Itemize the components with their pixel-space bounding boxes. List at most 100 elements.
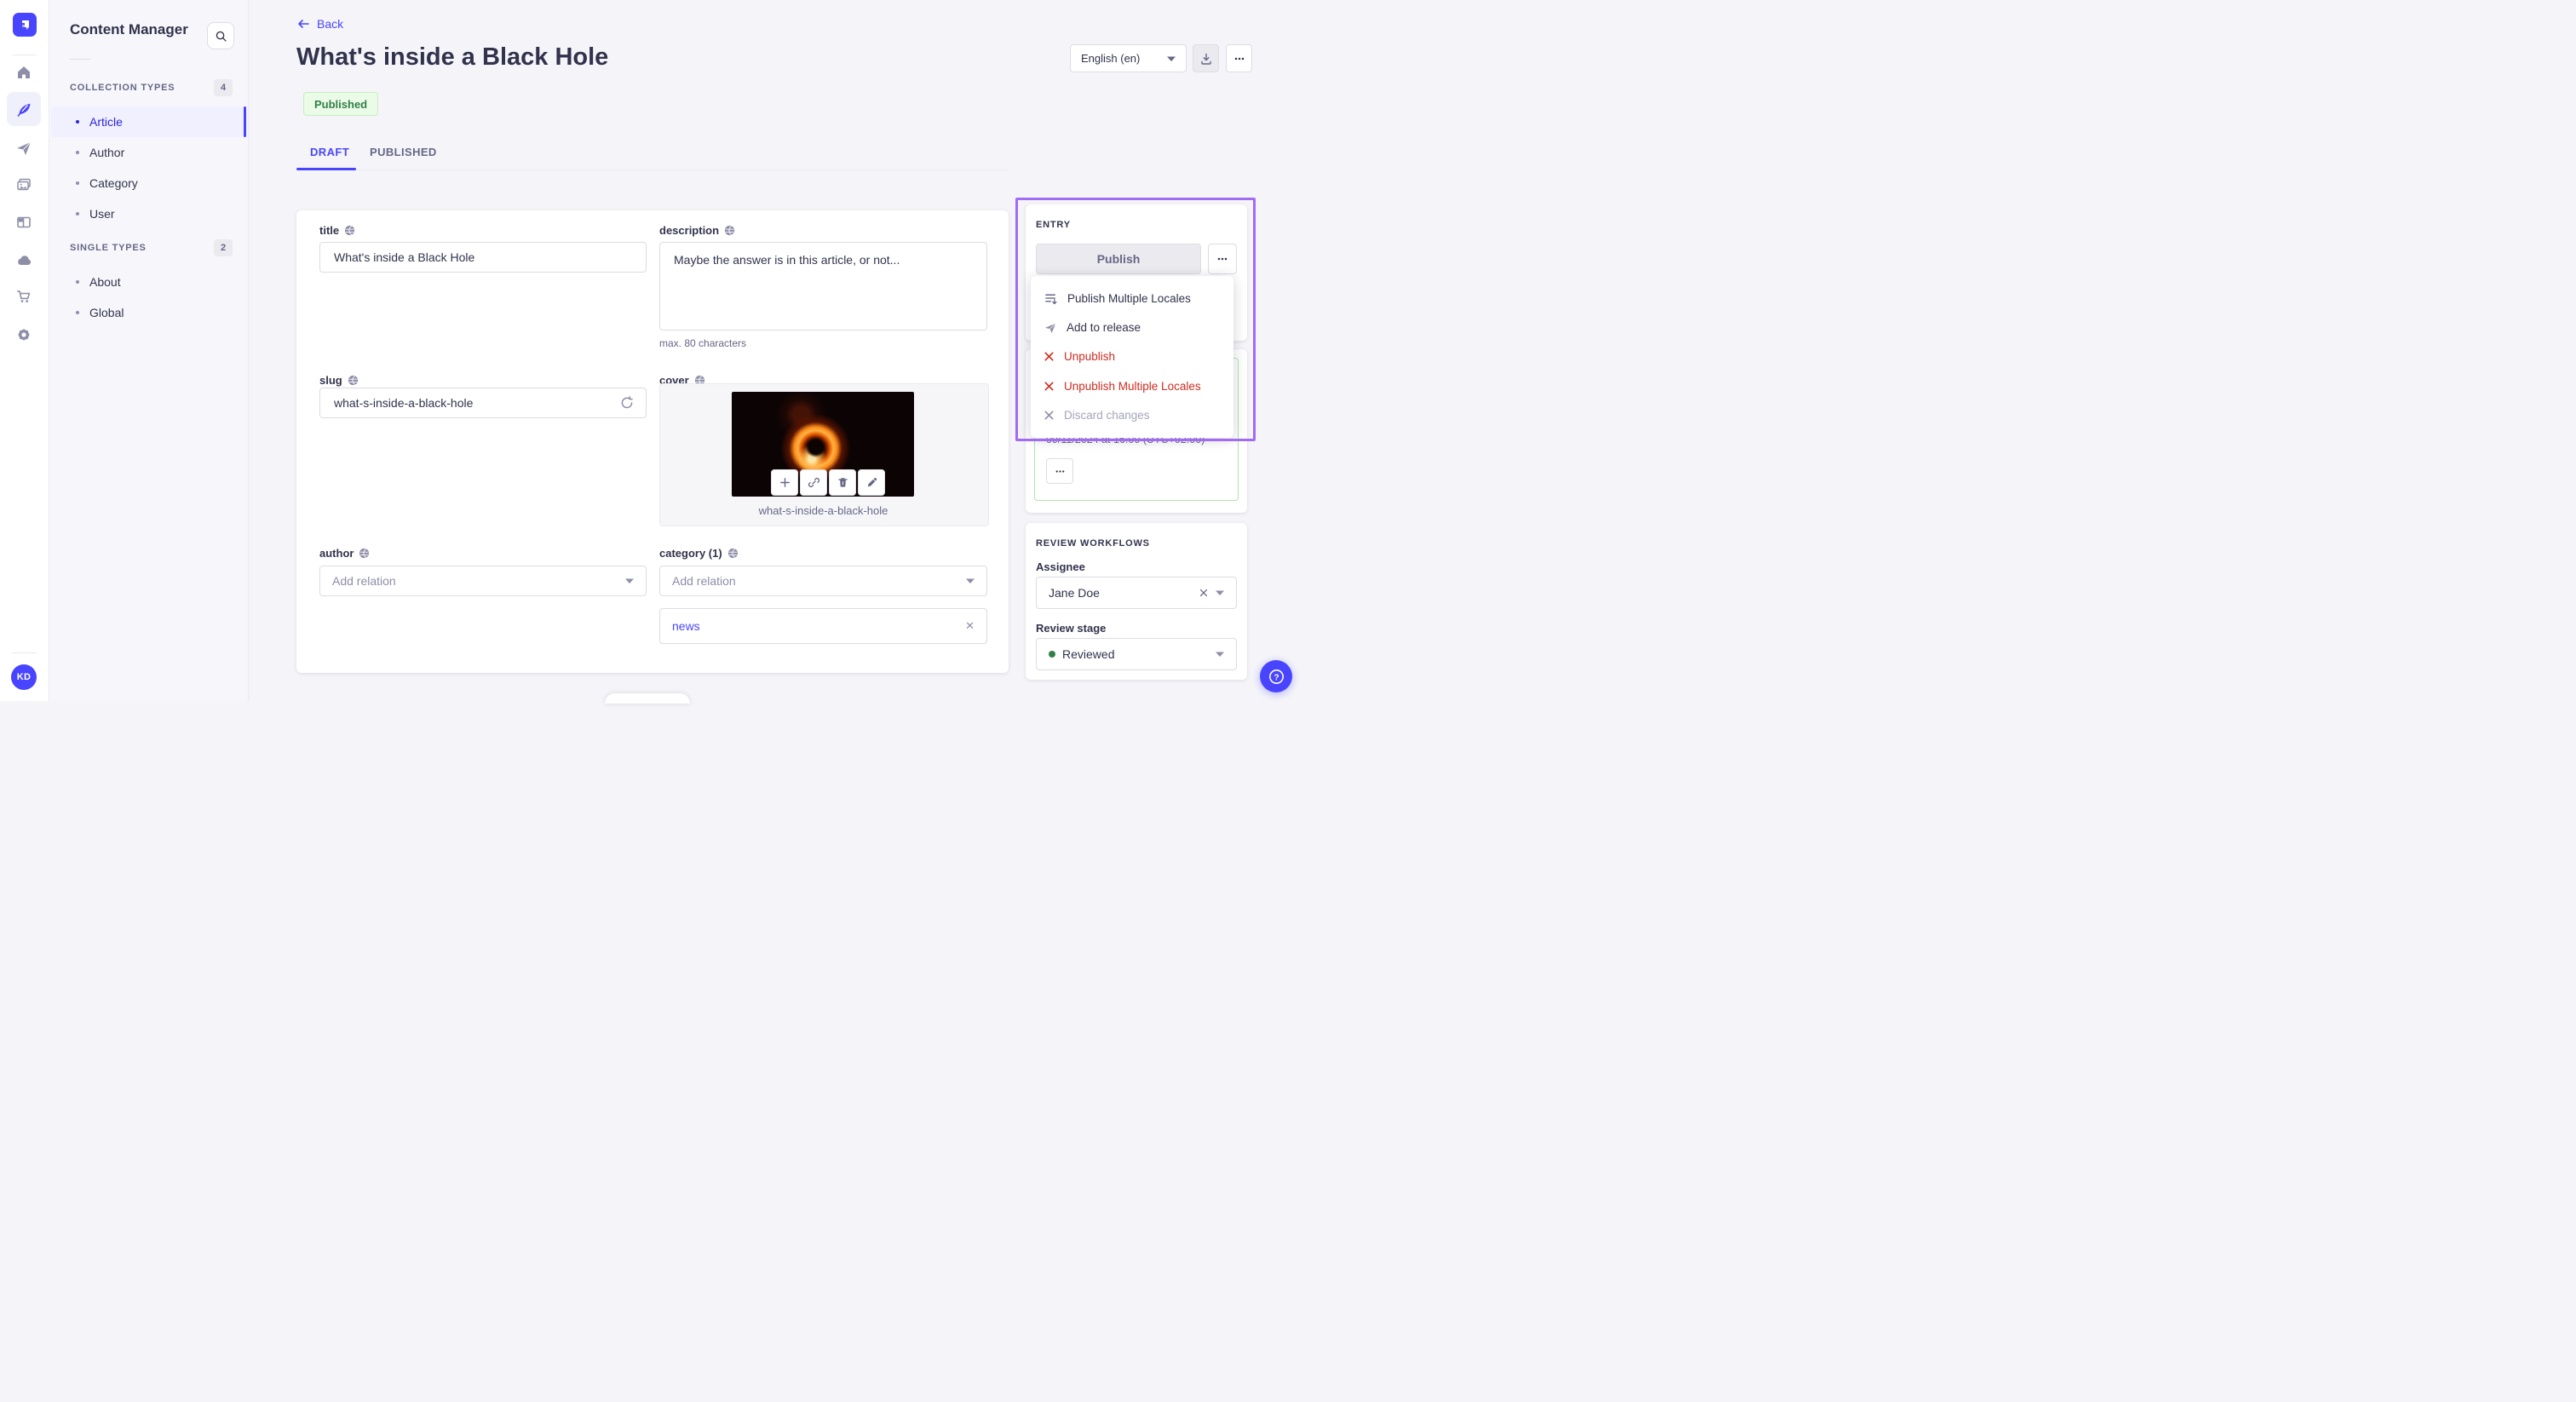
strapi-logo[interactable] <box>13 13 37 37</box>
publish-button[interactable]: Publish <box>1036 244 1201 274</box>
x-icon <box>1044 382 1054 391</box>
single-types-count: 2 <box>214 239 233 256</box>
user-avatar[interactable]: KD <box>11 664 37 690</box>
section-collection-types: COLLECTION TYPES <box>70 83 175 93</box>
slug-input[interactable] <box>319 388 647 418</box>
more-dots-icon <box>1055 469 1064 473</box>
stage-status-dot <box>1049 651 1055 658</box>
menu-item-unpublish[interactable]: Unpublish <box>1031 342 1233 371</box>
feather-icon <box>17 103 30 117</box>
subnav-item-article[interactable]: Article <box>51 106 246 137</box>
sidebar-item-marketplace[interactable] <box>7 279 41 313</box>
more-dots-icon <box>1234 57 1244 60</box>
status-badge: Published <box>303 92 379 116</box>
menu-item-discard-changes[interactable]: Discard changes <box>1031 401 1233 430</box>
subnav-item-user[interactable]: User <box>51 198 246 229</box>
search-button[interactable] <box>207 22 234 49</box>
collection-types-count: 4 <box>214 79 233 96</box>
x-icon <box>1044 352 1054 361</box>
category-relation-item: news ✕ <box>659 608 987 644</box>
page-title: What's inside a Black Hole <box>296 43 609 71</box>
title-input[interactable] <box>319 242 647 273</box>
author-field-label: author <box>319 547 370 560</box>
review-workflows-heading: REVIEW WORKFLOWS <box>1036 538 1150 549</box>
tab-draft[interactable]: DRAFT <box>310 146 349 158</box>
sidebar-item-media-library[interactable] <box>7 168 41 202</box>
clear-icon[interactable] <box>1199 588 1209 598</box>
entry-more-button[interactable] <box>1208 244 1237 274</box>
subnav-item-label: User <box>89 207 115 221</box>
sidebar-item-content-type-builder[interactable] <box>7 205 41 239</box>
menu-item-unpublish-multiple-locales[interactable]: Unpublish Multiple Locales <box>1031 371 1233 400</box>
bottom-action-bar-peek <box>605 693 690 704</box>
field-label-text: category (1) <box>659 547 722 560</box>
paper-plane-icon <box>17 141 32 155</box>
pencil-icon <box>867 478 877 487</box>
author-placeholder: Add relation <box>332 574 396 588</box>
subnav-item-category[interactable]: Category <box>51 168 246 198</box>
gear-icon <box>18 329 30 341</box>
header-more-button[interactable] <box>1226 44 1252 72</box>
relation-link-news[interactable]: news <box>672 619 700 633</box>
release-more-button[interactable] <box>1046 458 1073 484</box>
x-icon <box>1044 411 1054 420</box>
description-field-label: description <box>659 224 735 237</box>
globe-icon <box>345 225 355 236</box>
menu-item-add-to-release[interactable]: Add to release <box>1031 313 1233 342</box>
description-textarea[interactable]: Maybe the answer is in this article, or … <box>659 242 987 330</box>
trash-icon <box>837 478 848 487</box>
subnav-item-about[interactable]: About <box>51 267 246 297</box>
regenerate-slug-button[interactable] <box>619 395 635 411</box>
subnav-item-label: Author <box>89 146 125 159</box>
help-button[interactable]: ? <box>1260 660 1292 692</box>
globe-icon <box>724 225 735 236</box>
content-manager-subnav: Content Manager COLLECTION TYPES 4 Artic… <box>49 0 249 701</box>
media-library-icon <box>17 178 31 191</box>
stage-value: Reviewed <box>1062 647 1115 661</box>
sidebar-item-deployments[interactable] <box>7 243 41 277</box>
category-relation-select[interactable]: Add relation <box>659 566 987 596</box>
copy-link-button[interactable] <box>800 469 827 496</box>
delete-media-button[interactable] <box>829 469 856 496</box>
menu-item-label: Publish Multiple Locales <box>1067 291 1191 305</box>
add-media-button[interactable] <box>771 469 798 496</box>
link-icon <box>808 478 819 487</box>
sidebar-item-content-manager[interactable] <box>7 92 41 126</box>
field-label-text: title <box>319 224 340 237</box>
bullet-icon <box>76 311 79 314</box>
sidebar-item-releases[interactable] <box>7 131 41 165</box>
assignee-select[interactable]: Jane Doe <box>1036 577 1237 609</box>
review-stage-select[interactable]: Reviewed <box>1036 638 1237 670</box>
cover-filename: what-s-inside-a-black-hole <box>758 504 888 517</box>
assignee-label: Assignee <box>1036 560 1085 573</box>
category-placeholder: Add relation <box>672 574 736 588</box>
avatar-initials: KD <box>16 672 32 682</box>
subnav-divider <box>70 59 90 60</box>
back-link[interactable]: Back <box>296 17 343 31</box>
cloud-icon <box>17 255 31 265</box>
menu-item-label: Add to release <box>1067 321 1141 335</box>
svg-text:?: ? <box>1274 673 1279 682</box>
chevron-down-icon <box>1216 590 1224 595</box>
sidebar-item-home[interactable] <box>7 55 41 89</box>
author-relation-select[interactable]: Add relation <box>319 566 647 596</box>
menu-item-publish-multiple-locales[interactable]: Publish Multiple Locales <box>1031 284 1233 313</box>
locale-select[interactable]: English (en) <box>1070 44 1187 72</box>
list-plus-icon <box>1045 294 1057 304</box>
globe-icon <box>359 548 370 559</box>
subnav-item-author[interactable]: Author <box>51 137 246 168</box>
subnav-item-global[interactable]: Global <box>51 297 246 328</box>
sidebar-item-settings[interactable] <box>7 318 41 352</box>
globe-icon <box>348 375 358 386</box>
section-single-types: SINGLE TYPES <box>70 243 147 253</box>
export-button[interactable] <box>1193 44 1219 72</box>
remove-relation-icon[interactable]: ✕ <box>965 619 975 633</box>
chevron-down-icon <box>1216 652 1224 657</box>
subnav-item-label: Article <box>89 115 123 129</box>
subnav-title: Content Manager <box>70 21 188 37</box>
slug-field-label: slug <box>319 374 359 387</box>
edit-media-button[interactable] <box>858 469 885 496</box>
search-icon <box>216 31 227 42</box>
bullet-icon <box>76 181 79 185</box>
tab-published[interactable]: PUBLISHED <box>370 146 437 158</box>
